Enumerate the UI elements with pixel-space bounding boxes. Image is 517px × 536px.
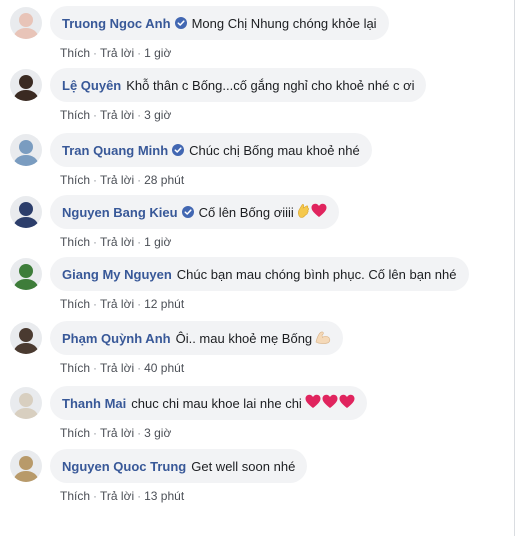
like-link[interactable]: Thích bbox=[60, 297, 90, 311]
comment-text: Chúc bạn mau chóng bình phục. Cố lên bạn… bbox=[176, 266, 457, 282]
comment-item: Nguyen Bang Kieu Cố lên Bống ơiiii Thích · T… bbox=[0, 195, 517, 255]
separator-dot: · bbox=[137, 489, 142, 503]
verified-badge-icon bbox=[172, 144, 185, 156]
comment-actions: Thích · Trả lời · 28 phút bbox=[60, 173, 184, 187]
separator-dot: · bbox=[137, 173, 142, 187]
timestamp-link[interactable]: 13 phút bbox=[144, 489, 184, 503]
avatar[interactable] bbox=[10, 258, 42, 290]
separator-dot: · bbox=[93, 46, 98, 60]
avatar[interactable] bbox=[10, 196, 42, 228]
heart-emoji-icon bbox=[322, 394, 338, 412]
author-name-link[interactable]: Tran Quang Minh bbox=[62, 143, 168, 158]
comment-text: Ôi.. mau khoẻ mẹ Bống bbox=[175, 330, 313, 346]
comment-text: Mong Chị Nhung chóng khỏe lại bbox=[191, 15, 377, 31]
timestamp-link[interactable]: 12 phút bbox=[144, 297, 184, 311]
avatar[interactable] bbox=[10, 450, 42, 482]
comment-text: Khỗ thân c Bống...cố gắng nghỉ cho khoẻ … bbox=[126, 77, 415, 93]
like-link[interactable]: Thích bbox=[60, 108, 90, 122]
separator-dot: · bbox=[137, 46, 142, 60]
heart-emoji-icon bbox=[311, 203, 327, 221]
comment-actions: Thích · Trả lời · 13 phút bbox=[60, 489, 184, 503]
separator-dot: · bbox=[137, 235, 142, 249]
like-link[interactable]: Thích bbox=[60, 426, 90, 440]
separator-dot: · bbox=[93, 297, 98, 311]
reply-link[interactable]: Trả lời bbox=[100, 108, 134, 122]
separator-dot: · bbox=[137, 297, 142, 311]
comment-item: Tran Quang Minh Chúc chị Bống mau khoẻ nh… bbox=[0, 133, 517, 193]
separator-dot: · bbox=[137, 108, 142, 122]
comment-bubble: Tran Quang Minh Chúc chị Bống mau khoẻ nh… bbox=[50, 133, 372, 167]
separator-dot: · bbox=[137, 426, 142, 440]
like-link[interactable]: Thích bbox=[60, 361, 90, 375]
comment-item: Giang My Nguyen Chúc bạn mau chóng bình p… bbox=[0, 257, 517, 317]
comment-actions: Thích · Trả lời · 3 giờ bbox=[60, 108, 171, 122]
separator-dot: · bbox=[93, 108, 98, 122]
comment-actions: Thích · Trả lời · 1 giờ bbox=[60, 46, 171, 60]
timestamp-link[interactable]: 28 phút bbox=[144, 173, 184, 187]
like-link[interactable]: Thích bbox=[60, 173, 90, 187]
author-name-link[interactable]: Giang My Nguyen bbox=[62, 267, 172, 282]
avatar[interactable] bbox=[10, 7, 42, 39]
author-name-link[interactable]: Nguyen Quoc Trung bbox=[62, 459, 186, 474]
comment-bubble: Thanh Mai chuc chi mau khoe lai nhe chi bbox=[50, 386, 367, 420]
comment-actions: Thích · Trả lời · 40 phút bbox=[60, 361, 184, 375]
comment-bubble: Nguyen Quoc Trung Get well soon nhé bbox=[50, 449, 308, 483]
timestamp-link[interactable]: 3 giờ bbox=[144, 108, 171, 122]
verified-badge-icon bbox=[181, 206, 194, 218]
avatar[interactable] bbox=[10, 387, 42, 419]
comment-item: Lệ Quyên Khỗ thân c Bống...cố gắng nghỉ c… bbox=[0, 68, 517, 128]
separator-dot: · bbox=[93, 426, 98, 440]
muscle-emoji-icon bbox=[315, 330, 331, 347]
separator-dot: · bbox=[93, 361, 98, 375]
comment-actions: Thích · Trả lời · 12 phút bbox=[60, 297, 184, 311]
like-link[interactable]: Thích bbox=[60, 46, 90, 60]
author-name-link[interactable]: Phạm Quỳnh Anh bbox=[62, 331, 171, 346]
avatar[interactable] bbox=[10, 322, 42, 354]
reply-link[interactable]: Trả lời bbox=[100, 489, 134, 503]
comment-text: Get well soon nhé bbox=[191, 458, 296, 474]
reply-link[interactable]: Trả lời bbox=[100, 361, 134, 375]
separator-dot: · bbox=[137, 361, 142, 375]
reply-link[interactable]: Trả lời bbox=[100, 297, 134, 311]
comment-actions: Thích · Trả lời · 3 giờ bbox=[60, 426, 171, 440]
comment-item: Nguyen Quoc Trung Get well soon nhé Thích ·… bbox=[0, 449, 517, 509]
author-name-link[interactable]: Lệ Quyên bbox=[62, 78, 121, 93]
comment-text: Cố lên Bống ơiiii bbox=[198, 204, 294, 220]
author-name-link[interactable]: Truong Ngoc Anh bbox=[62, 16, 171, 31]
comment-item: Truong Ngoc Anh Mong Chị Nhung chóng khỏe… bbox=[0, 6, 517, 66]
avatar[interactable] bbox=[10, 134, 42, 166]
comment-item: Thanh Mai chuc chi mau khoe lai nhe chi Th… bbox=[0, 386, 517, 446]
timestamp-link[interactable]: 40 phút bbox=[144, 361, 184, 375]
comment-bubble: Nguyen Bang Kieu Cố lên Bống ơiiii bbox=[50, 195, 339, 229]
timestamp-link[interactable]: 1 giờ bbox=[144, 46, 171, 60]
comment-bubble: Lệ Quyên Khỗ thân c Bống...cố gắng nghỉ c… bbox=[50, 68, 427, 102]
reply-link[interactable]: Trả lời bbox=[100, 46, 134, 60]
timestamp-link[interactable]: 1 giờ bbox=[144, 235, 171, 249]
separator-dot: · bbox=[93, 489, 98, 503]
comment-bubble: Truong Ngoc Anh Mong Chị Nhung chóng khỏe… bbox=[50, 6, 389, 40]
separator-dot: · bbox=[93, 235, 98, 249]
timestamp-link[interactable]: 3 giờ bbox=[144, 426, 171, 440]
like-link[interactable]: Thích bbox=[60, 489, 90, 503]
author-name-link[interactable]: Nguyen Bang Kieu bbox=[62, 205, 178, 220]
comment-bubble: Phạm Quỳnh Anh Ôi.. mau khoẻ mẹ Bống bbox=[50, 321, 344, 355]
hand-emoji-icon bbox=[297, 203, 310, 221]
comment-actions: Thích · Trả lời · 1 giờ bbox=[60, 235, 171, 249]
avatar[interactable] bbox=[10, 69, 42, 101]
author-name-link[interactable]: Thanh Mai bbox=[62, 396, 126, 411]
reply-link[interactable]: Trả lời bbox=[100, 235, 134, 249]
comment-text: chuc chi mau khoe lai nhe chi bbox=[131, 395, 302, 411]
reply-link[interactable]: Trả lời bbox=[100, 426, 134, 440]
heart-emoji-icon bbox=[305, 394, 321, 412]
comment-text: Chúc chị Bống mau khoẻ nhé bbox=[189, 142, 360, 158]
verified-badge-icon bbox=[174, 17, 187, 29]
comment-bubble: Giang My Nguyen Chúc bạn mau chóng bình p… bbox=[50, 257, 469, 291]
separator-dot: · bbox=[93, 173, 98, 187]
like-link[interactable]: Thích bbox=[60, 235, 90, 249]
heart-emoji-icon bbox=[339, 394, 355, 412]
comment-item: Phạm Quỳnh Anh Ôi.. mau khoẻ mẹ Bống Thích… bbox=[0, 321, 517, 381]
reply-link[interactable]: Trả lời bbox=[100, 173, 134, 187]
